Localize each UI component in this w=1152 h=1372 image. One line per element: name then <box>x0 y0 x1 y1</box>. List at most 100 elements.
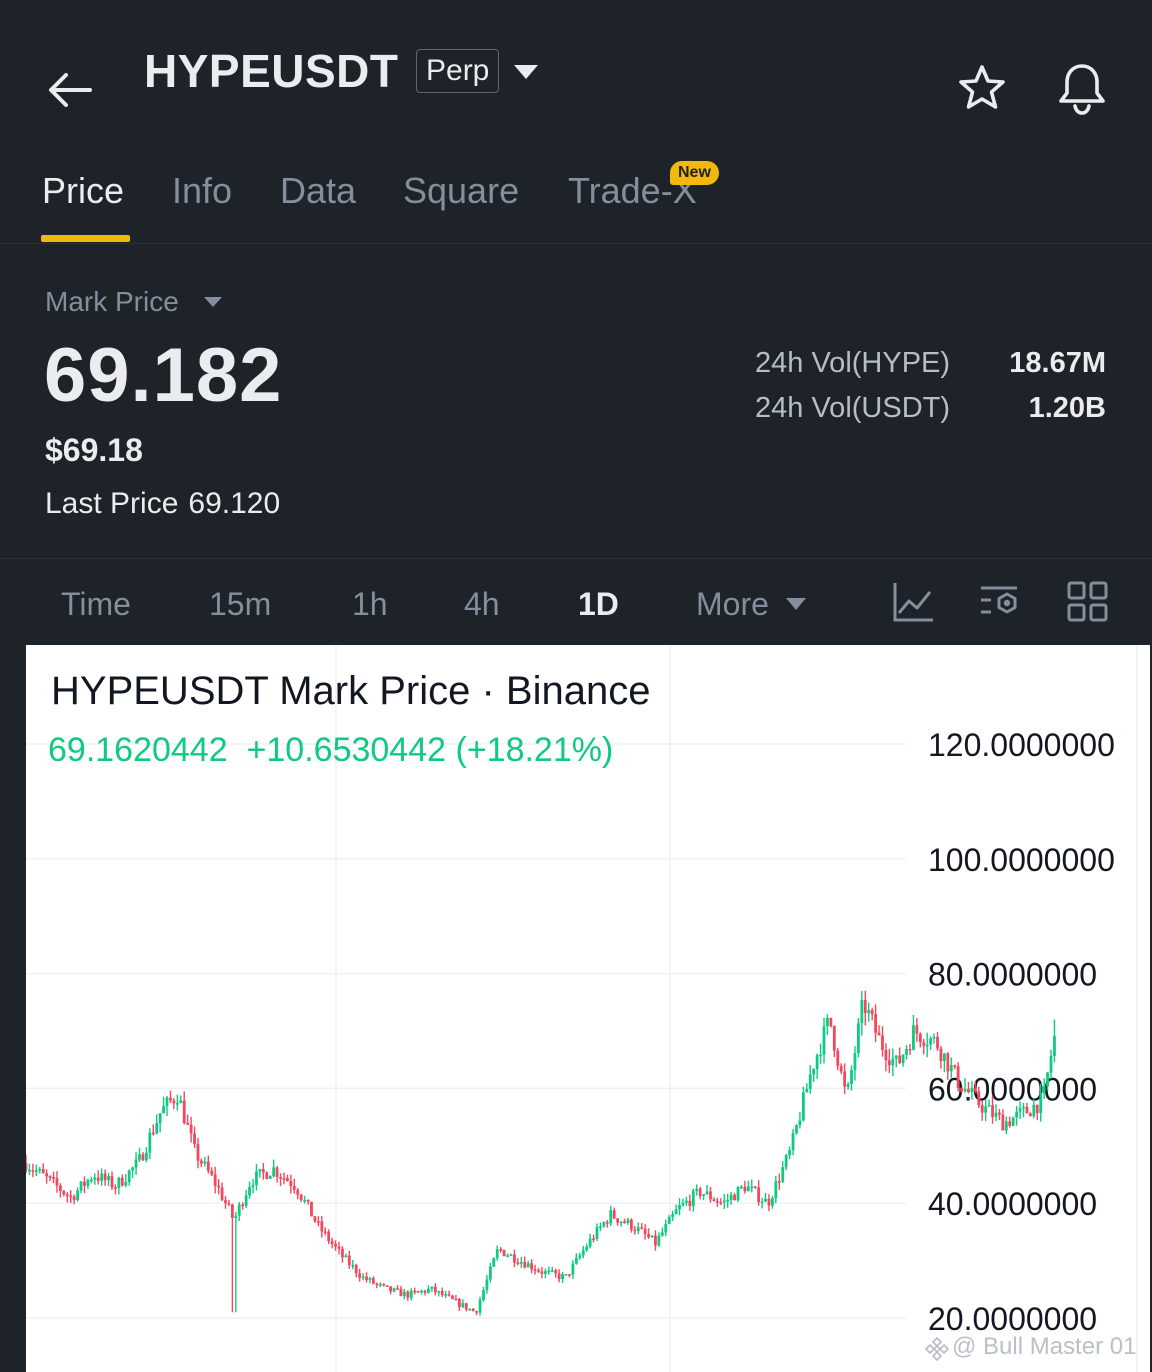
candle-body <box>650 1235 654 1238</box>
candle-body <box>516 1262 520 1264</box>
candle-body <box>753 1186 757 1188</box>
chart-change-value: +10.6530442 <box>246 731 447 769</box>
interval-4h[interactable]: 4h <box>464 586 500 623</box>
candle-body <box>217 1185 221 1188</box>
candle-body <box>430 1286 434 1289</box>
candle-body <box>203 1161 207 1164</box>
candle-body <box>636 1227 640 1232</box>
caret-down-icon[interactable] <box>785 597 807 611</box>
watermark: @ Bull Master 01 <box>952 1333 1137 1360</box>
app-header: HYPEUSDT Perp <box>0 0 1152 150</box>
candle-body <box>771 1198 774 1206</box>
back-arrow-icon[interactable] <box>42 62 98 118</box>
last-price-label: Last Price <box>45 487 179 520</box>
tab-square[interactable]: Square <box>403 170 519 212</box>
grid-layout-icon[interactable] <box>1066 580 1110 624</box>
candle-body <box>839 1066 843 1072</box>
interval-1h[interactable]: 1h <box>352 586 388 623</box>
candle-body <box>389 1286 393 1292</box>
interval-more[interactable]: More <box>696 586 769 623</box>
last-price: Last Price 69.120 <box>45 487 280 521</box>
candle-body <box>86 1179 90 1186</box>
candle-body <box>777 1181 781 1183</box>
candle-body <box>186 1123 190 1125</box>
candle-body <box>698 1188 702 1196</box>
mark-price-value: 69.182 <box>44 333 283 418</box>
candle-body <box>633 1229 637 1232</box>
candle-body <box>887 1060 891 1066</box>
candle-body <box>764 1198 767 1202</box>
interval-15m[interactable]: 15m <box>209 586 271 623</box>
candle-body <box>526 1263 530 1268</box>
settings-sliders-icon[interactable] <box>977 580 1021 624</box>
candle-body <box>970 1088 974 1093</box>
candle-body <box>427 1288 430 1293</box>
candle-body <box>1039 1092 1043 1114</box>
candle-body <box>420 1290 423 1293</box>
candle-body <box>344 1255 348 1258</box>
candle-body <box>275 1167 279 1178</box>
candle-body <box>1025 1106 1029 1114</box>
interval-time[interactable]: Time <box>61 586 131 623</box>
candle-body <box>808 1074 812 1089</box>
candle-body <box>1004 1121 1008 1131</box>
candle-body <box>533 1269 537 1271</box>
contract-type-badge: Perp <box>416 49 500 93</box>
candle-body <box>826 1017 829 1027</box>
candle-body <box>812 1069 816 1075</box>
candle-body <box>127 1170 131 1183</box>
candle-body <box>626 1219 630 1223</box>
tab-data[interactable]: Data <box>280 170 356 212</box>
bell-icon[interactable] <box>1055 60 1109 116</box>
candle-body <box>134 1159 138 1168</box>
candle-body <box>141 1154 145 1161</box>
candle-body <box>45 1173 49 1177</box>
candle-body <box>409 1290 413 1298</box>
candle-body <box>93 1177 97 1180</box>
candle-body <box>767 1198 771 1206</box>
candle-body <box>722 1200 726 1203</box>
candle-body <box>623 1221 626 1224</box>
candle-body <box>268 1176 272 1179</box>
candle-body <box>918 1033 922 1043</box>
candle-body <box>289 1181 293 1187</box>
vol-usdt-value: 1.20B <box>1028 392 1106 424</box>
candle-body <box>884 1049 888 1061</box>
candle-body <box>691 1190 695 1207</box>
candle-body <box>956 1066 960 1088</box>
tab-info[interactable]: Info <box>172 170 232 212</box>
candle-body <box>619 1221 623 1224</box>
candle-body <box>151 1132 155 1135</box>
candle-body <box>433 1286 437 1293</box>
candle-body <box>313 1216 317 1222</box>
candle-body <box>905 1048 908 1056</box>
indicator-chart-icon[interactable] <box>891 580 935 624</box>
candle-body <box>629 1219 633 1230</box>
mark-price-label[interactable]: Mark Price <box>45 286 179 318</box>
candle-body <box>372 1278 375 1284</box>
candle-body <box>206 1161 210 1171</box>
candle-body <box>612 1210 616 1219</box>
price-chart[interactable]: 120.0000000 100.0000000 80.0000000 60.00000… <box>26 645 1150 1372</box>
candle-body <box>485 1279 489 1291</box>
candle-body <box>182 1100 186 1124</box>
candle-body <box>440 1291 444 1296</box>
caret-down-icon[interactable] <box>512 62 540 82</box>
candle-body <box>234 1215 238 1218</box>
candle-body <box>117 1177 121 1189</box>
candle-body <box>664 1223 668 1233</box>
tab-price[interactable]: Price <box>42 170 124 212</box>
symbol-title[interactable]: HYPEUSDT <box>144 44 398 98</box>
candle-body <box>437 1291 441 1293</box>
candle-body <box>471 1308 475 1312</box>
caret-down-icon[interactable] <box>203 296 223 308</box>
candle-body <box>382 1283 386 1286</box>
candle-body <box>736 1187 740 1201</box>
candle-body <box>499 1249 503 1251</box>
candle-body <box>162 1106 165 1114</box>
candle-body <box>423 1290 427 1293</box>
star-icon[interactable] <box>956 62 1008 114</box>
candle-body <box>347 1255 351 1266</box>
interval-1d[interactable]: 1D <box>578 586 619 623</box>
candle-body <box>303 1199 307 1202</box>
